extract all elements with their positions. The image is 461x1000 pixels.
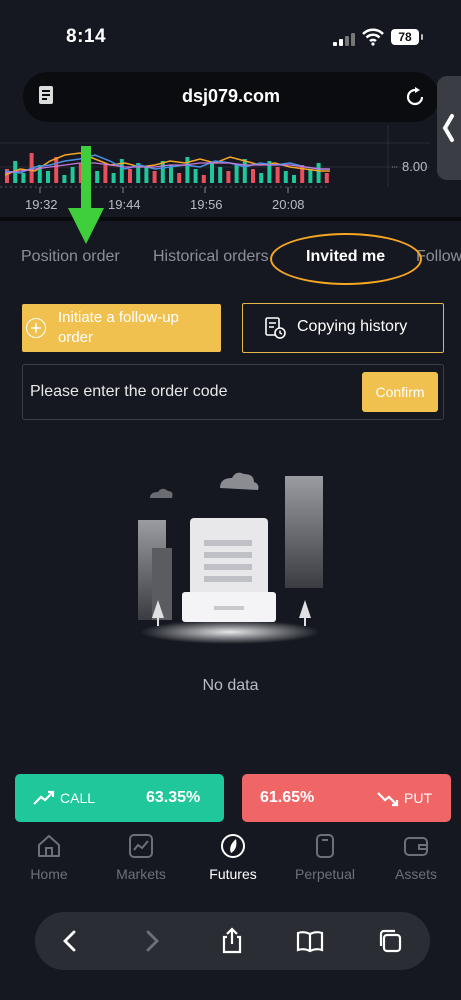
- chart-candle: [259, 173, 264, 183]
- back-icon[interactable]: [55, 926, 85, 956]
- nav-assets-label: Assets: [394, 866, 437, 882]
- nav-perpetual[interactable]: Perpetual: [285, 832, 365, 888]
- chart-candle: [242, 159, 247, 183]
- tab-follow[interactable]: Follow: [416, 248, 461, 266]
- reload-icon[interactable]: [403, 85, 427, 109]
- chart-candle: [201, 175, 206, 183]
- chart-candle: [251, 169, 255, 183]
- put-percentage: 61.65%: [260, 789, 315, 806]
- plus-circle-icon: [26, 318, 46, 338]
- copying-history-label: Copying history: [297, 318, 408, 335]
- empty-state-illustration: [138, 472, 323, 644]
- tab-position-order[interactable]: Position order: [21, 248, 120, 266]
- address-bar[interactable]: dsj079.com: [23, 72, 439, 122]
- chart-candle: [292, 175, 296, 183]
- call-percentage: 63.35%: [146, 789, 201, 806]
- history-document-icon: [265, 317, 286, 339]
- url-text: dsj079.com: [181, 86, 281, 106]
- put-button[interactable]: 61.65% PUT: [242, 774, 451, 822]
- chart-x-tick: 19:32: [25, 197, 58, 212]
- chart-candle: [177, 173, 182, 183]
- signal-icon: [333, 32, 355, 46]
- follow-up-label: Initiate a follow-up order: [58, 309, 179, 346]
- annotation-ring: [270, 233, 422, 285]
- call-button[interactable]: CALL 63.35%: [15, 774, 224, 822]
- chart-candle: [160, 161, 165, 183]
- chart-candle: [283, 171, 288, 183]
- nav-markets-label: Markets: [116, 866, 166, 882]
- chart-candle: [275, 167, 280, 183]
- chart-candle: [21, 173, 26, 183]
- forward-icon[interactable]: [137, 926, 167, 956]
- chart-y-tick: 8.00: [402, 159, 428, 174]
- chart-candle: [234, 165, 239, 183]
- wifi-icon: [362, 28, 384, 46]
- annotation-arrow-icon: [68, 146, 104, 244]
- share-icon[interactable]: [217, 926, 247, 956]
- trend-up-icon: [33, 790, 55, 805]
- chart-candle: [128, 169, 132, 183]
- status-time: 8:14: [66, 26, 107, 47]
- chart-x-tick: 19:56: [190, 197, 223, 212]
- home-icon: [38, 835, 60, 857]
- order-code-input[interactable]: [23, 365, 343, 419]
- chart-candle: [226, 171, 231, 183]
- chart-candle: [218, 167, 223, 183]
- markets-icon: [129, 834, 153, 858]
- put-label: PUT: [404, 790, 432, 806]
- tabs-icon[interactable]: [375, 926, 405, 956]
- chart-candle: [193, 169, 198, 183]
- chart-candle: [152, 171, 157, 183]
- chart-candle: [308, 169, 313, 183]
- chart-candle: [324, 173, 329, 183]
- chart-candle: [46, 171, 50, 183]
- bookmarks-icon[interactable]: [295, 926, 325, 956]
- chart-x-tick: 20:08: [272, 197, 305, 212]
- chart-candle: [111, 173, 116, 183]
- chart-candle: [210, 163, 214, 183]
- nav-markets[interactable]: Markets: [101, 832, 181, 888]
- chart-candle: [54, 157, 59, 183]
- tab-historical-orders[interactable]: Historical orders: [153, 248, 269, 266]
- order-code-field: Confirm: [22, 364, 444, 420]
- nav-futures[interactable]: Futures: [193, 832, 273, 888]
- wallet-icon: [404, 837, 428, 856]
- nav-assets[interactable]: Assets: [376, 832, 456, 888]
- nav-futures-label: Futures: [209, 866, 257, 882]
- call-label: CALL: [60, 790, 96, 806]
- chart-x-tick: 19:44: [108, 197, 141, 212]
- confirm-button[interactable]: Confirm: [362, 372, 438, 412]
- futures-icon: [221, 834, 245, 858]
- browser-toolbar: [35, 912, 430, 970]
- chart-candle: [316, 163, 321, 183]
- no-data-text: No data: [202, 677, 259, 694]
- nav-home[interactable]: Home: [9, 832, 89, 888]
- chart-candle: [185, 157, 190, 183]
- nav-perpetual-label: Perpetual: [295, 866, 355, 882]
- copying-history-button[interactable]: Copying history: [242, 303, 444, 353]
- battery-indicator: 78: [391, 29, 423, 45]
- nav-home-label: Home: [30, 866, 68, 882]
- trend-down-icon: [377, 792, 399, 807]
- chart-candle: [144, 167, 149, 183]
- perpetual-icon: [316, 834, 334, 858]
- initiate-follow-up-order-button[interactable]: Initiate a follow-up order: [22, 304, 221, 352]
